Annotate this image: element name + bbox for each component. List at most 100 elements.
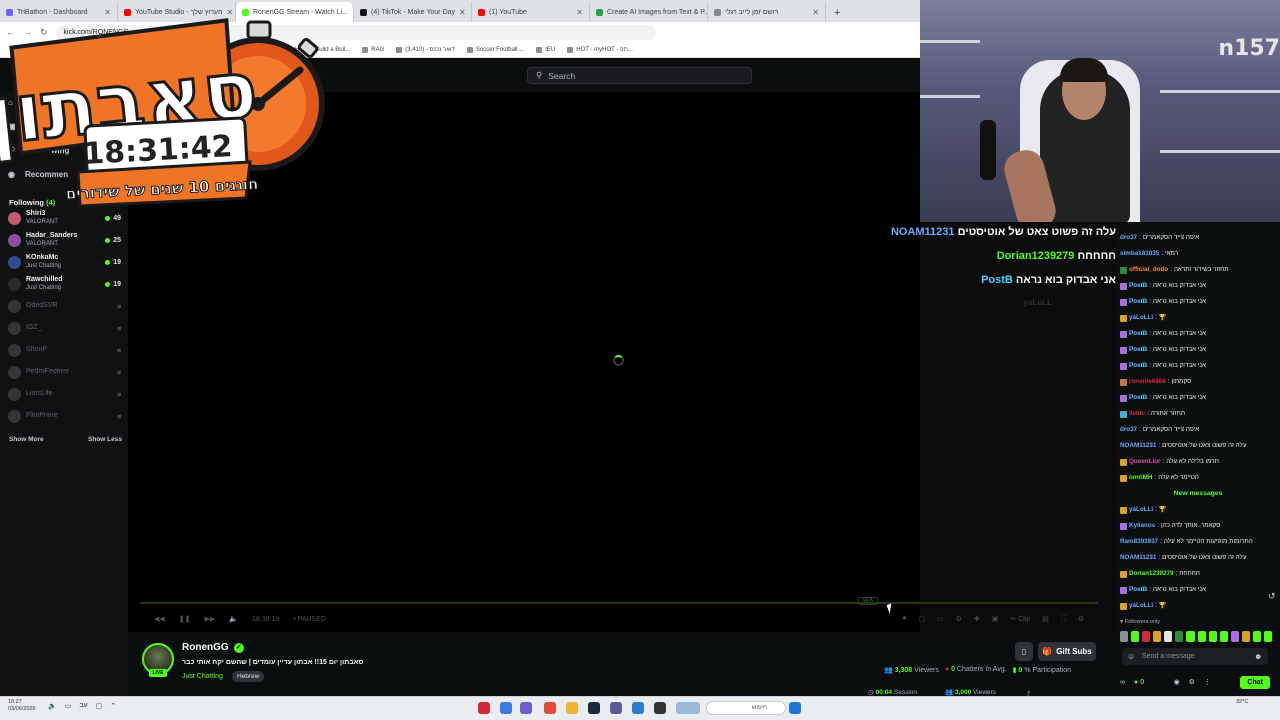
weather-widget[interactable]: 32°C xyxy=(1236,699,1248,706)
app-icon[interactable] xyxy=(654,702,666,714)
chat-username[interactable]: PostB xyxy=(1129,346,1147,354)
network-icon[interactable]: ▭ xyxy=(65,702,72,710)
gear-icon[interactable]: ⚙ xyxy=(1078,615,1084,623)
chat-username[interactable]: dro37 xyxy=(1120,234,1137,242)
clip-button[interactable]: ✂ Clip xyxy=(1010,615,1030,623)
start-icon[interactable] xyxy=(789,702,801,714)
sidebar-channel[interactable]: OdedSVR ⌀ xyxy=(8,296,121,316)
settings-icon[interactable]: ⚙ xyxy=(956,615,962,623)
emote-icon[interactable] xyxy=(1131,630,1140,642)
chat-message[interactable]: NOAM11231: עלה זה פשוט צאט של אוטיסטים xyxy=(1120,442,1278,450)
chat-username[interactable]: PostB xyxy=(1129,394,1147,402)
chat-message[interactable]: official_dodo: תחזור בשידור ותראה xyxy=(1120,266,1278,274)
chat-message[interactable]: Ram8393937: התרומות מופיעות הטיימר לא עלה xyxy=(1120,538,1278,546)
record-icon[interactable]: ⏺ xyxy=(903,615,907,623)
emote-icon[interactable] xyxy=(1197,630,1206,642)
chat-message[interactable]: PostB: אני אבדוק בוא נראה xyxy=(1120,330,1278,338)
chat-username[interactable]: ronenie6868 xyxy=(1129,378,1166,386)
close-icon[interactable]: ✕ xyxy=(576,8,583,17)
emote-icon[interactable] xyxy=(1164,630,1173,642)
app-icon[interactable] xyxy=(478,702,490,714)
emote-icon[interactable] xyxy=(1264,630,1273,642)
browser-tab[interactable]: רושם זמן לייב רגלי ✕ xyxy=(708,2,826,22)
chat-message[interactable]: ronenie6868: סקמתון xyxy=(1120,378,1278,386)
smile-icon[interactable]: ☻ xyxy=(1254,652,1262,661)
emote-icon[interactable] xyxy=(1219,630,1228,642)
forward-icon[interactable]: ▶▶ xyxy=(205,615,216,623)
stream-category[interactable]: Just Chatting xyxy=(182,673,223,680)
fullscreen-icon[interactable]: ⛶ xyxy=(1061,615,1066,623)
pin-icon[interactable]: ✚ xyxy=(974,615,980,623)
chat-username[interactable]: NOAM11231 xyxy=(1120,554,1156,562)
chat-username[interactable]: Kylianos xyxy=(1129,522,1155,530)
emote-icon[interactable] xyxy=(1252,630,1262,642)
discord-icon[interactable] xyxy=(520,702,532,714)
chat-message[interactable]: yaLoLLi: 🏆 xyxy=(1120,506,1278,514)
chevron-up-icon[interactable]: ⌃ xyxy=(110,702,116,710)
chat-settings-icon[interactable]: ⚙ xyxy=(1189,678,1195,686)
emote-icon[interactable] xyxy=(1142,630,1151,642)
chat-username[interactable]: PostB xyxy=(1129,362,1147,370)
chat-username[interactable]: omriMH xyxy=(1129,474,1152,482)
chat-message[interactable]: PostB: אני אבדוק בוא נראה xyxy=(1120,282,1278,290)
sidebar-channel[interactable]: LiorsLife ⌀ xyxy=(8,384,121,404)
emote-icon[interactable] xyxy=(1230,630,1239,642)
browser-tab[interactable]: Create AI Images from Text & P...✕ xyxy=(590,2,708,22)
language-tag[interactable]: Hebrew xyxy=(232,671,265,682)
emote-picker-icon[interactable]: ☺ xyxy=(1127,652,1135,661)
chat-username[interactable]: yaLoLLi xyxy=(1129,506,1153,514)
close-icon[interactable]: ✕ xyxy=(812,8,819,17)
scroll-to-bottom-icon[interactable]: ↺ xyxy=(1268,591,1276,602)
chat-username[interactable]: PostB xyxy=(1129,330,1147,338)
pip-icon[interactable]: ▣ xyxy=(992,615,999,623)
chat-message[interactable]: PostB: אני אבדוק בוא נראה xyxy=(1120,586,1278,594)
bookmark-icon[interactable]: ▯ xyxy=(1015,642,1033,661)
widgets-icon[interactable] xyxy=(676,702,700,714)
emote-icon[interactable] xyxy=(1120,630,1129,642)
emote-icon[interactable] xyxy=(1241,630,1250,642)
bookmark-item[interactable]: RAG xyxy=(362,46,384,53)
chat-username[interactable]: simba181035 xyxy=(1120,250,1159,258)
chat-username[interactable]: yaLoLLi xyxy=(1129,602,1153,610)
folder-icon[interactable] xyxy=(566,702,578,714)
sidebar-channel[interactable]: Rawchilled Just Chatting 19 xyxy=(8,274,121,294)
steam-icon[interactable] xyxy=(588,702,600,714)
chat-username[interactable]: PostB xyxy=(1129,282,1147,290)
chat-message[interactable]: PostB: אני אבדוק בוא נראה xyxy=(1120,298,1278,306)
volume-icon[interactable]: 🔈 xyxy=(229,615,238,623)
bookmark-item[interactable]: IEU xyxy=(536,46,555,53)
chat-message[interactable]: NOAM11231: עלה זה פשוט צאט של אוטיסטים xyxy=(1120,554,1278,562)
chat-message[interactable]: QueenLior: תרמו בלילה לא עלה xyxy=(1120,458,1278,466)
app-icon[interactable] xyxy=(544,702,556,714)
taskbar-search[interactable]: חיפוש xyxy=(706,701,786,715)
chat-message[interactable]: dro37: איפה צייד הסקאמרים xyxy=(1120,426,1278,434)
chrome-icon[interactable] xyxy=(500,702,512,714)
new-messages-divider[interactable]: New messages xyxy=(1116,490,1280,497)
chat-username[interactable]: liekfc xyxy=(1129,410,1145,418)
chat-username[interactable]: PostB xyxy=(1129,298,1147,306)
emote-icon[interactable] xyxy=(1208,630,1217,642)
bookmark-item[interactable]: HOT - myHOT - תפ... xyxy=(567,46,633,53)
notification-icon[interactable]: ▢ xyxy=(96,702,103,710)
volume-icon[interactable]: 🔈 xyxy=(48,702,57,710)
language-icon[interactable]: עב xyxy=(79,702,87,710)
chat-username[interactable]: yaLoLLi xyxy=(1129,314,1153,322)
browser-tab[interactable]: (4) TikTok - Make Your Day ✕ xyxy=(354,2,472,22)
search-input[interactable]: ⚲ Search xyxy=(527,67,752,84)
show-less-button[interactable]: Show Less xyxy=(88,436,122,443)
chat-users-icon[interactable]: ⋮ xyxy=(1204,678,1211,686)
theater-icon[interactable]: ▭ xyxy=(937,615,944,623)
chat-username[interactable]: dro37 xyxy=(1120,426,1137,434)
emote-icon[interactable] xyxy=(1175,630,1184,642)
sidebar-channel[interactable]: KOnkaMc Just Chatting 19 xyxy=(8,252,121,272)
emote-icon[interactable] xyxy=(1153,630,1162,642)
bookmark-item[interactable]: Soccer Football ... xyxy=(466,46,524,53)
gift-subs-button[interactable]: 🎁 Gift Subs xyxy=(1038,642,1096,661)
chat-username[interactable]: Ram8393937 xyxy=(1120,538,1158,546)
bookmark-item[interactable]: (3,410) - דואר נכנס xyxy=(396,46,455,53)
show-more-button[interactable]: Show More xyxy=(9,436,44,443)
chat-message[interactable]: liekfc: תחזור אחורה xyxy=(1120,410,1278,418)
chat-send-button[interactable]: Chat xyxy=(1240,675,1270,689)
video-progress-bar[interactable] xyxy=(140,602,1098,604)
sidebar-channel[interactable]: IGZ_ ⌀ xyxy=(8,318,121,338)
